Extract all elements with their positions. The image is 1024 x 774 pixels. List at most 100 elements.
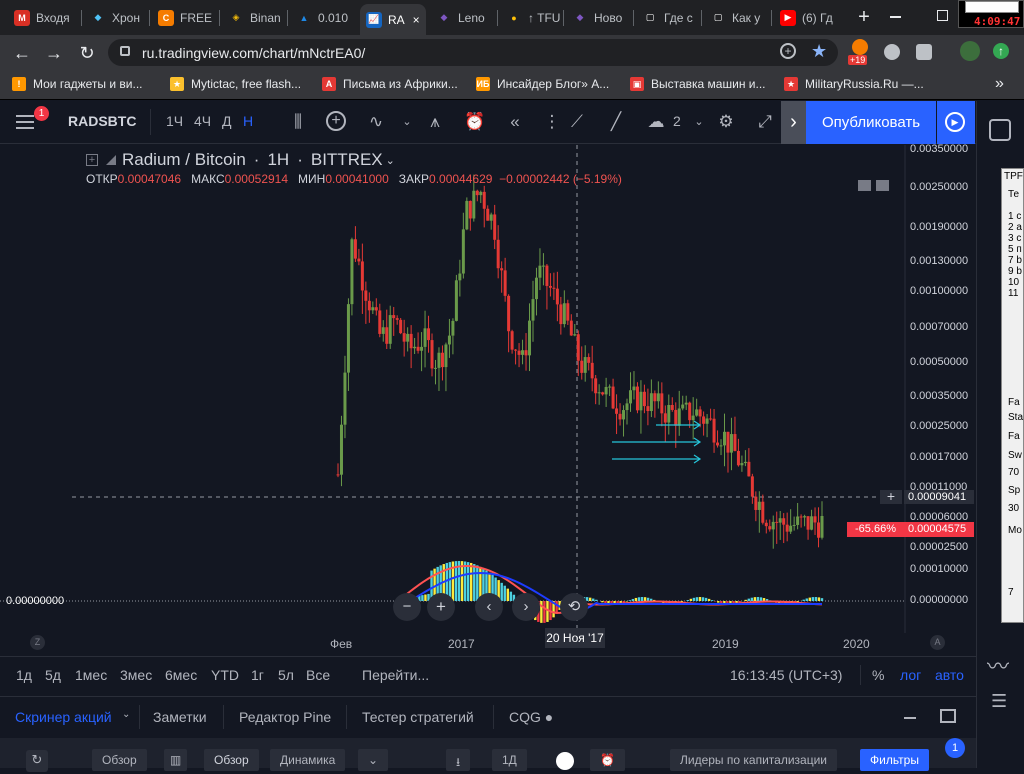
ideas-icon[interactable]: ☰ <box>991 691 1007 712</box>
layout-count[interactable]: 2 <box>673 113 681 129</box>
auto-scale-icon[interactable]: A <box>930 635 945 650</box>
forward-button[interactable]: → <box>42 41 66 65</box>
chevron-down-icon[interactable]: ⌄ <box>396 111 418 133</box>
bookmark-item[interactable]: ▣Выставка машин и... <box>630 77 765 91</box>
symbol-search[interactable]: RADSBTC <box>68 113 136 129</box>
range-button[interactable]: 1мес <box>75 667 107 683</box>
range-button[interactable]: 1д <box>16 667 32 683</box>
macd-bar <box>757 597 759 601</box>
refresh-icon[interactable]: ↻ <box>26 750 48 772</box>
zoom-in-button[interactable]: + <box>427 593 455 621</box>
percent-toggle[interactable]: % <box>872 667 884 683</box>
cloud-icon[interactable]: ☁ <box>645 111 667 133</box>
avatar[interactable] <box>960 41 980 61</box>
minimize-panel-icon[interactable] <box>904 717 916 719</box>
reload-button[interactable]: ↻ <box>75 41 99 65</box>
bookmarks-more[interactable]: » <box>995 75 1004 93</box>
browser-tab[interactable]: ▶(6) Гд <box>774 4 844 31</box>
compare-icon[interactable]: ∿ <box>365 111 387 133</box>
reset-chart-button[interactable]: ⟲ <box>560 593 588 621</box>
timezone-clock[interactable]: 16:13:45 (UTC+3) <box>730 667 842 683</box>
tab-pine-editor[interactable]: Редактор Pine <box>239 709 331 725</box>
interval-week[interactable]: Н <box>243 113 253 129</box>
tab-strategy-tester[interactable]: Тестер стратегий <box>362 709 474 725</box>
scroll-left-button[interactable]: ‹ <box>475 593 503 621</box>
tab-cqg[interactable]: CQG ● <box>509 709 553 725</box>
globe-icon[interactable] <box>884 44 900 60</box>
interval-day[interactable]: Д <box>222 113 231 129</box>
range-button[interactable]: YTD <box>211 667 239 683</box>
play-button[interactable]: ▶ <box>937 101 975 144</box>
templates-icon[interactable]: ⩚ <box>424 111 446 133</box>
browser-tab[interactable]: ▢Как у <box>704 4 768 31</box>
settings-icon[interactable]: ⚙ <box>715 111 737 133</box>
auto-toggle[interactable]: авто <box>935 667 964 683</box>
legend-down-icon[interactable] <box>858 180 871 191</box>
fullscreen-icon[interactable]: ⤢ <box>754 111 776 133</box>
browser-tab[interactable]: CFREE <box>152 4 216 31</box>
bookmark-item[interactable]: ★MilitaryRussia.Ru —... <box>784 77 924 91</box>
browser-tab[interactable]: ◆Leno <box>430 4 494 31</box>
bookmark-item[interactable]: AПисьма из Африки... <box>322 77 458 91</box>
back-button[interactable]: ← <box>10 41 34 65</box>
bookmark-item[interactable]: !Мои гаджеты и ви... <box>12 77 143 91</box>
range-button[interactable]: 3мес <box>120 667 152 683</box>
collapse-button[interactable]: › <box>781 101 806 144</box>
log-toggle[interactable]: лог <box>900 667 921 683</box>
range-button[interactable]: 5д <box>45 667 61 683</box>
browser-tab[interactable]: ▲0.010 <box>290 4 354 31</box>
publish-button[interactable]: Опубликовать <box>806 101 936 144</box>
scroll-right-button[interactable]: › <box>512 593 540 621</box>
bookmark-item[interactable]: ИБИнсайдер Блог» А... <box>476 77 609 91</box>
lock-icon <box>120 46 130 56</box>
range-button[interactable]: 6мес <box>165 667 197 683</box>
browser-tab[interactable]: ◆Хрон <box>84 4 146 31</box>
browser-tab[interactable]: ◈Binan <box>222 4 284 31</box>
drag-handle-icon[interactable]: ⋮ <box>541 111 563 133</box>
trendline-icon[interactable]: ╱ <box>605 111 627 133</box>
tab-notes[interactable]: Заметки <box>153 709 207 725</box>
star-icon[interactable]: ★ <box>811 41 827 62</box>
browser-tab[interactable]: ▢Где с <box>636 4 698 31</box>
address-bar[interactable]: ru.tradingview.com/chart/mNctrEA0/ + ★ <box>108 39 838 66</box>
maximize-icon[interactable] <box>937 10 948 21</box>
zoom-out-button[interactable]: − <box>393 593 421 621</box>
indicators-icon[interactable]: + <box>326 111 346 131</box>
interval-4h[interactable]: 4Ч <box>194 113 211 129</box>
add-icon[interactable]: + <box>780 43 796 59</box>
bookmark-item[interactable]: ★Mytictac, free flash... <box>170 77 301 91</box>
chart-area[interactable] <box>0 145 976 655</box>
minimize-icon[interactable] <box>890 16 901 18</box>
replay-icon[interactable]: « <box>504 111 526 133</box>
range-button[interactable]: 5л <box>278 667 294 683</box>
browser-tab[interactable]: ◆Ново <box>566 4 630 31</box>
range-button[interactable]: Все <box>306 667 330 683</box>
collapse-legend-icon[interactable]: + <box>86 154 98 166</box>
timezone-icon[interactable]: Z <box>30 635 45 650</box>
tab-stock-screener[interactable]: Скринер акций <box>15 709 112 725</box>
goto-date-button[interactable]: Перейти... <box>362 667 429 683</box>
browser-tab[interactable]: ●↑ TFU <box>500 4 560 31</box>
maximize-panel-icon[interactable] <box>940 709 956 723</box>
browser-tab[interactable]: 📈RA× <box>360 4 426 35</box>
browser-tab[interactable]: MВходя <box>8 4 78 31</box>
chevron-down-icon[interactable]: ⌄ <box>122 709 130 720</box>
add-price-line-button[interactable]: + <box>880 490 902 504</box>
menu-icon[interactable] <box>16 115 34 129</box>
interval-1h[interactable]: 1Ч <box>166 113 183 129</box>
candles-icon[interactable]: ⫼ <box>287 111 309 133</box>
chart-icon[interactable]: 〰 <box>987 649 1009 681</box>
watchlist-icon[interactable] <box>989 119 1011 141</box>
legend-up-icon[interactable] <box>876 180 889 191</box>
price-chart[interactable] <box>0 145 976 655</box>
range-button[interactable]: 1г <box>251 667 264 683</box>
close-tab-icon[interactable]: × <box>413 13 420 27</box>
new-tab-button[interactable]: + <box>854 6 874 29</box>
line-tool-icon[interactable]: ⟋ <box>566 111 588 133</box>
extension-grid-icon[interactable] <box>916 44 932 60</box>
chevron-down-icon[interactable]: ⌄ <box>688 111 710 133</box>
candle-body <box>573 334 576 335</box>
extension-icon[interactable] <box>852 39 868 55</box>
update-icon[interactable]: ↑ <box>993 43 1009 59</box>
alert-icon[interactable]: ⏰ <box>464 111 486 133</box>
